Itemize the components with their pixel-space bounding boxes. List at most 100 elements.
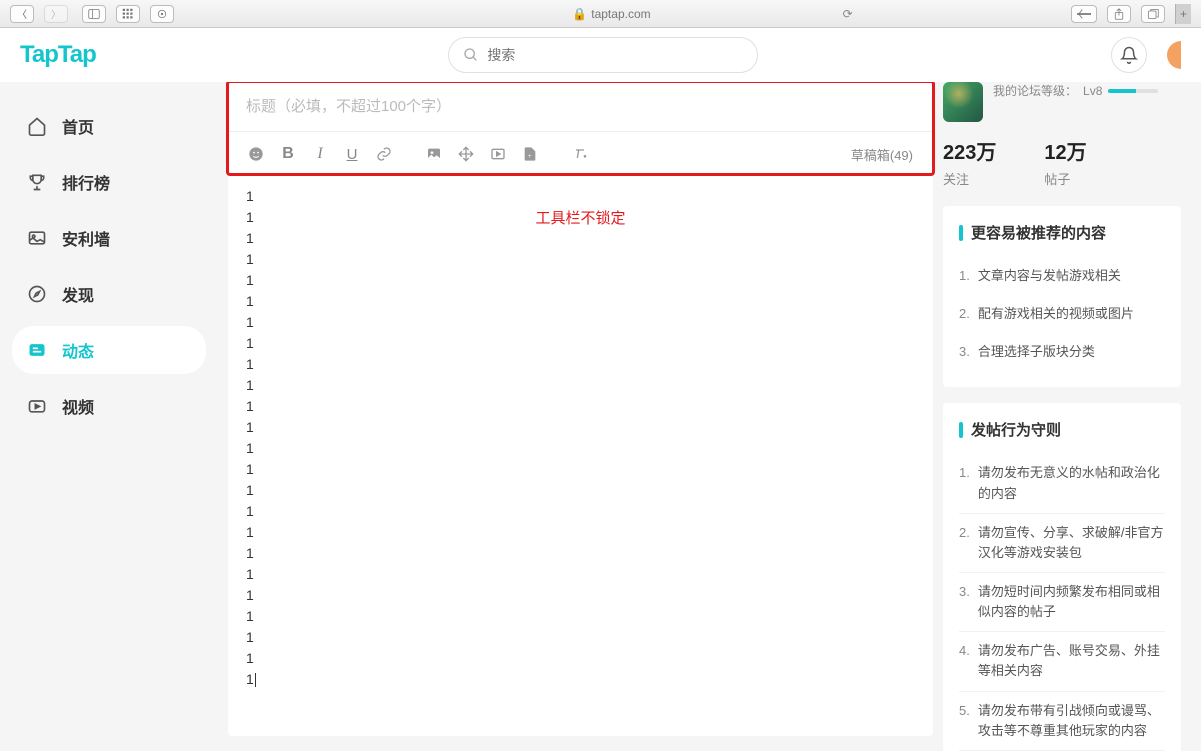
rule-item: 请勿发布广告、账号交易、外挂等相关内容 — [959, 632, 1165, 691]
content-line: 1 — [246, 270, 915, 291]
stat-value: 12万 — [1044, 136, 1086, 165]
drafts-link[interactable]: 草稿箱(49) — [851, 145, 919, 164]
content-line: 1 — [246, 627, 915, 648]
content-line: 1 — [246, 417, 915, 438]
bold-button[interactable]: B — [274, 140, 302, 168]
sidebar-item-label: 安利墙 — [62, 226, 110, 250]
url-bar[interactable]: 🔒 taptap.com ⟳ — [188, 5, 1057, 23]
lock-icon: 🔒 — [572, 7, 587, 21]
content-line: 1 — [246, 669, 915, 690]
attachment-button[interactable]: + — [516, 140, 544, 168]
editor-content[interactable]: 111111111111111111111111 — [228, 176, 933, 736]
sidebar-item-home[interactable]: 首页 — [12, 102, 206, 150]
sidebar: 首页 排行榜 安利墙 发现 动态 视频 — [0, 82, 218, 751]
sidebar-item-label: 首页 — [62, 114, 94, 138]
share-icon[interactable] — [1107, 5, 1131, 23]
content-line: 1 — [246, 249, 915, 270]
rule-item: 请勿短时间内频繁发布相同或相似内容的帖子 — [959, 573, 1165, 632]
trophy-icon — [26, 171, 48, 193]
stat-posts[interactable]: 12万 帖子 — [1044, 136, 1086, 188]
extension-button[interactable] — [150, 5, 174, 23]
user-meta: 我的论坛等级： Lv8 — [943, 82, 1181, 122]
content-line: 1 — [246, 228, 915, 249]
content-line: 1 — [246, 396, 915, 417]
nav-back-button[interactable]: 〈 — [10, 5, 34, 23]
sidebar-item-discover[interactable]: 发现 — [12, 270, 206, 318]
content-line: 1 — [246, 354, 915, 375]
content-line: 1 — [246, 606, 915, 627]
stat-label: 帖子 — [1044, 169, 1086, 188]
svg-text:+: + — [528, 154, 532, 160]
refresh-icon[interactable]: ⟳ — [843, 7, 853, 21]
content-line: 1 — [246, 438, 915, 459]
game-thumbnail[interactable] — [943, 82, 983, 122]
sidebar-item-feed[interactable]: 动态 — [12, 326, 206, 374]
content-line: 1 — [246, 585, 915, 606]
embed-button[interactable] — [484, 140, 512, 168]
content-line: 1 — [246, 312, 915, 333]
feed-icon — [26, 339, 48, 361]
italic-button[interactable]: I — [306, 140, 334, 168]
level-label: 我的论坛等级： — [993, 82, 1077, 99]
recommend-item: 合理选择子版块分类 — [959, 333, 1165, 371]
editor-toolbar: B I U + 草稿箱(49) — [228, 131, 933, 176]
taptap-logo[interactable]: TapTap — [20, 41, 96, 69]
new-tab-button[interactable]: + — [1175, 4, 1191, 24]
main-column: B I U + 草稿箱(49) 工具栏不锁定 11111111111111111… — [218, 82, 943, 751]
sidebar-item-video[interactable]: 视频 — [12, 382, 206, 430]
content-line: 1 — [246, 333, 915, 354]
bell-icon — [1120, 46, 1138, 64]
app-topbar: TapTap — [0, 28, 1201, 82]
tabs-icon[interactable] — [1141, 5, 1165, 23]
recommend-item: 配有游戏相关的视频或图片 — [959, 295, 1165, 333]
content-line: 1 — [246, 501, 915, 522]
sidebar-item-label: 动态 — [62, 338, 94, 362]
video-icon — [26, 395, 48, 417]
reader-button[interactable] — [1071, 5, 1097, 23]
sidebar-toggle-button[interactable] — [82, 5, 106, 23]
sidebar-item-label: 发现 — [62, 282, 94, 306]
stat-label: 关注 — [943, 169, 996, 188]
stat-followers[interactable]: 223万 关注 — [943, 136, 996, 188]
content-line: 1 — [246, 207, 915, 228]
recommend-panel: 更容易被推荐的内容 文章内容与发帖游戏相关配有游戏相关的视频或图片合理选择子版块… — [943, 206, 1181, 387]
link-button[interactable] — [370, 140, 398, 168]
sidebar-item-anli[interactable]: 安利墙 — [12, 214, 206, 262]
stat-value: 223万 — [943, 136, 996, 165]
card-icon — [26, 227, 48, 249]
stats-row: 223万 关注 12万 帖子 — [943, 136, 1181, 188]
level-value: Lv8 — [1083, 84, 1102, 98]
panel-title: 更容易被推荐的内容 — [959, 222, 1165, 243]
right-column: 我的论坛等级： Lv8 223万 关注 12万 帖子 更容易被推荐的内容 文章内… — [943, 82, 1201, 751]
image-button[interactable] — [420, 140, 448, 168]
compass-icon — [26, 283, 48, 305]
content-line: 1 — [246, 522, 915, 543]
search-field[interactable] — [487, 47, 743, 63]
nav-forward-button[interactable]: 〉 — [44, 5, 68, 23]
rules-panel: 发帖行为守则 请勿发布无意义的水帖和政治化的内容请勿宣传、分享、求破解/非官方汉… — [943, 403, 1181, 751]
content-line: 1 — [246, 480, 915, 501]
post-title-input[interactable] — [228, 82, 933, 131]
sidebar-item-label: 排行榜 — [62, 170, 110, 194]
panel-title: 发帖行为守则 — [959, 419, 1165, 440]
rule-item: 请勿发布无意义的水帖和政治化的内容 — [959, 454, 1165, 513]
sidebar-item-ranking[interactable]: 排行榜 — [12, 158, 206, 206]
avatar[interactable] — [1167, 41, 1181, 69]
top-sites-button[interactable] — [116, 5, 140, 23]
content-line: 1 — [246, 375, 915, 396]
content-line: 1 — [246, 543, 915, 564]
content-line: 1 — [246, 186, 915, 207]
editor-card: B I U + 草稿箱(49) 工具栏不锁定 11111111111111111… — [228, 82, 933, 736]
recommend-item: 文章内容与发帖游戏相关 — [959, 257, 1165, 295]
move-button[interactable] — [452, 140, 480, 168]
search-input[interactable] — [448, 37, 758, 73]
emoji-button[interactable] — [242, 140, 270, 168]
browser-chrome: 〈 〉 🔒 taptap.com ⟳ + — [0, 0, 1201, 28]
underline-button[interactable]: U — [338, 140, 366, 168]
notifications-button[interactable] — [1111, 37, 1147, 73]
level-progress — [1108, 89, 1158, 93]
search-icon — [463, 47, 479, 63]
clear-format-button[interactable] — [566, 140, 594, 168]
home-icon — [26, 115, 48, 137]
content-line: 1 — [246, 564, 915, 585]
